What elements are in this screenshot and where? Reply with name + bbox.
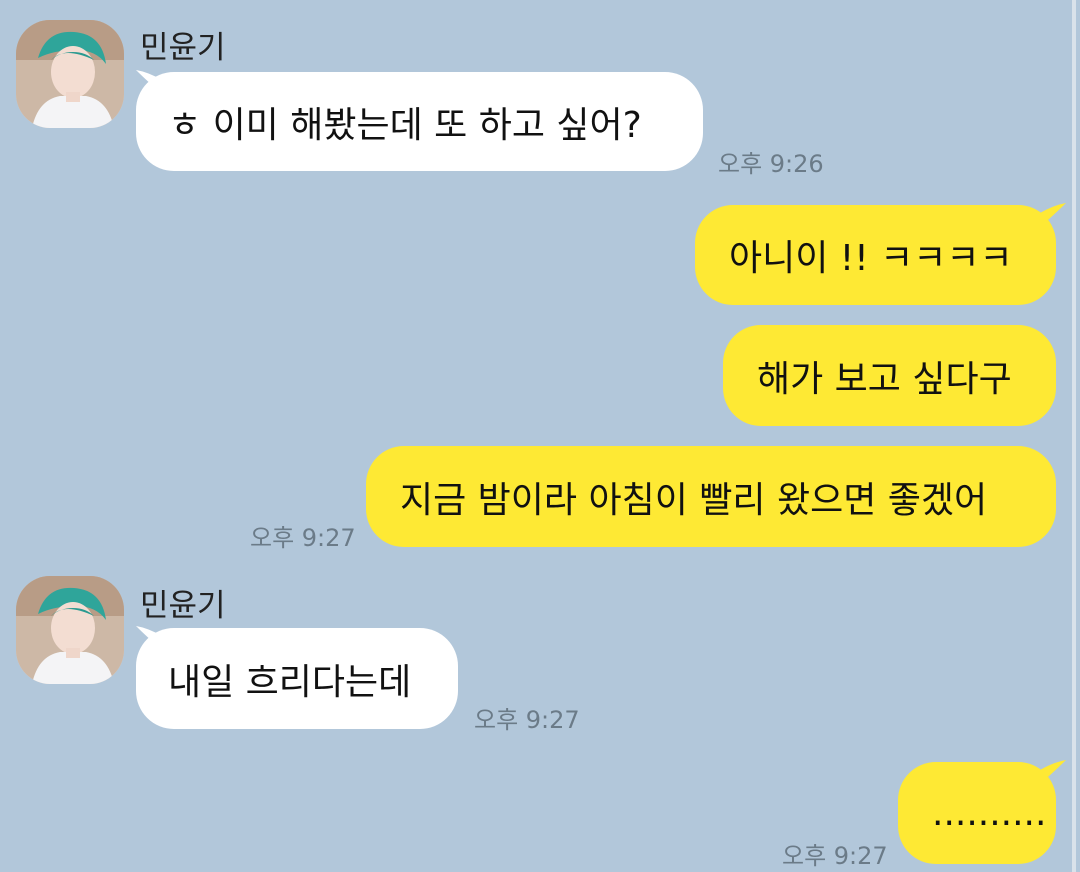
avatar[interactable] <box>16 20 124 128</box>
message-text: 지금 밤이라 아침이 빨리 왔으면 좋겠어 <box>400 479 988 521</box>
message-text: 아니이 !! ㅋㅋㅋㅋ <box>729 238 1013 279</box>
message-bubble[interactable]: 지금 밤이라 아침이 빨리 왔으면 좋겠어 <box>366 446 1056 547</box>
message-text: 내일 흐리다는데 <box>168 661 412 703</box>
message-time: 오후 9:26 <box>718 150 824 178</box>
sender-name: 민윤기 <box>140 30 226 66</box>
scrollbar[interactable] <box>1072 0 1076 872</box>
message-bubble[interactable]: .......... <box>898 762 1056 864</box>
bubble-tail <box>1040 203 1066 227</box>
bubble-tail <box>1040 760 1066 784</box>
message-bubble[interactable]: 내일 흐리다는데 <box>136 628 458 729</box>
chat-window: 민윤기 ㅎ 이미 해봤는데 또 하고 싶어? 오후 9:26 아니이 !! ㅋㅋ… <box>0 0 1080 872</box>
message-bubble[interactable]: ㅎ 이미 해봤는데 또 하고 싶어? <box>136 72 703 171</box>
message-time: 오후 9:27 <box>474 706 580 734</box>
message-bubble[interactable]: 해가 보고 싶다구 <box>723 325 1056 426</box>
message-time: 오후 9:27 <box>250 524 356 552</box>
avatar[interactable] <box>16 576 124 684</box>
sender-name: 민윤기 <box>140 588 226 624</box>
message-text: 해가 보고 싶다구 <box>757 358 1012 400</box>
message-text: ㅎ 이미 해봤는데 또 하고 싶어? <box>168 104 642 146</box>
avatar-image <box>16 20 124 128</box>
avatar-image <box>16 576 124 684</box>
message-bubble[interactable]: 아니이 !! ㅋㅋㅋㅋ <box>695 205 1056 305</box>
message-text: .......... <box>932 792 1047 834</box>
message-time: 오후 9:27 <box>782 842 888 870</box>
